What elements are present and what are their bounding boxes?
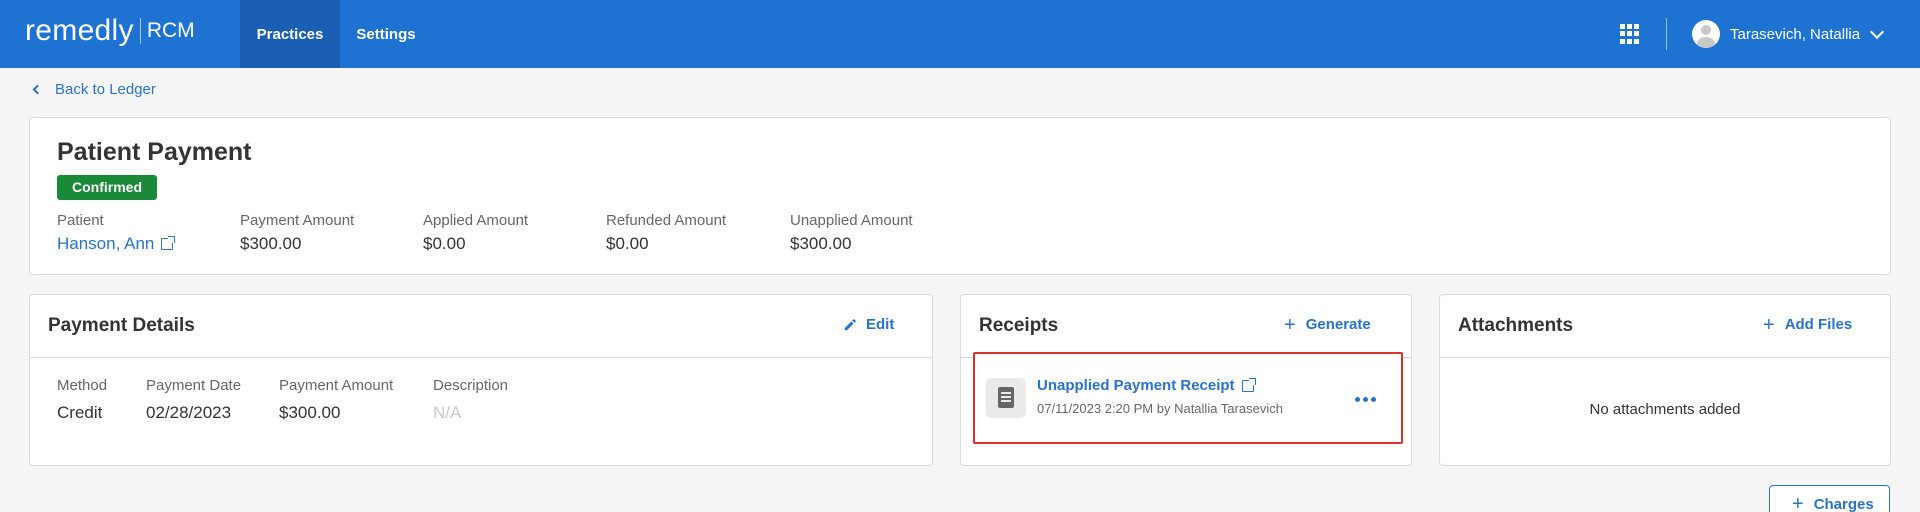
- field-label: Payment Amount: [240, 212, 355, 229]
- nav-tab-practices[interactable]: Practices: [240, 0, 340, 68]
- brand-divider: [139, 18, 141, 44]
- edit-label: Edit: [866, 316, 895, 333]
- receipt-link[interactable]: Unapplied Payment Receipt: [1037, 377, 1256, 394]
- status-badge: Confirmed: [57, 175, 157, 200]
- receipt-document-icon: [986, 378, 1026, 418]
- payment-summary-card: Patient Payment Confirmed Patient Hanson…: [29, 117, 1891, 275]
- page-title: Patient Payment: [57, 138, 252, 166]
- refunded-amount-field: Refunded Amount $0.00: [606, 212, 726, 254]
- apps-grid-icon[interactable]: [1620, 24, 1640, 44]
- generate-label: Generate: [1305, 316, 1371, 333]
- panel-header: Payment Details Edit: [30, 295, 932, 358]
- receipt-item: Unapplied Payment Receipt 07/11/2023 2:2…: [973, 352, 1403, 444]
- payment-date-field: Payment Date 02/28/2023: [146, 377, 241, 423]
- header-divider: [1666, 18, 1667, 50]
- panel-title: Receipts: [979, 315, 1059, 336]
- field-label: Payment Amount: [279, 377, 394, 394]
- field-label: Unapplied Amount: [790, 212, 913, 229]
- field-label: Description: [433, 377, 509, 394]
- generate-button[interactable]: + Generate: [1284, 313, 1371, 336]
- patient-link[interactable]: Hanson, Ann: [57, 234, 176, 254]
- panel-header: Receipts + Generate: [961, 295, 1411, 358]
- receipt-title: Unapplied Payment Receipt: [1037, 377, 1235, 394]
- field-value: $0.00: [423, 234, 466, 253]
- field-value: $0.00: [606, 234, 649, 253]
- patient-name: Hanson, Ann: [57, 234, 155, 253]
- chevron-down-icon: [1869, 24, 1885, 39]
- field-label: Patient: [57, 212, 104, 229]
- avatar: [1692, 20, 1720, 48]
- empty-state-text: No attachments added: [1589, 401, 1741, 418]
- field-value: N/A: [433, 403, 462, 422]
- more-options-icon[interactable]: [1355, 397, 1379, 402]
- top-navigation-bar: remedly RCM Practices Settings Tarasevic…: [0, 0, 1920, 68]
- panel-header: Attachments + Add Files: [1440, 295, 1890, 358]
- chevron-left-icon: [32, 84, 43, 95]
- field-value: $300.00: [790, 234, 852, 253]
- payment-amount-field: Payment Amount $300.00: [279, 377, 393, 423]
- attachments-card: Attachments + Add Files No attachments a…: [1439, 294, 1891, 466]
- charges-button[interactable]: + Charges: [1769, 485, 1890, 512]
- brand-logo[interactable]: remedly RCM: [25, 14, 195, 48]
- field-value: $300.00: [279, 403, 341, 422]
- patient-field: Patient Hanson, Ann: [57, 212, 176, 254]
- plus-icon: +: [1763, 313, 1775, 336]
- nav-tab-settings[interactable]: Settings: [340, 0, 432, 68]
- brand-suffix: RCM: [146, 19, 195, 42]
- unapplied-amount-field: Unapplied Amount $300.00: [790, 212, 913, 254]
- field-label: Method: [57, 377, 108, 394]
- description-field: Description N/A: [433, 377, 508, 423]
- receipts-card: Receipts + Generate Unapplied Payment Re…: [960, 294, 1412, 466]
- method-field: Method Credit: [57, 377, 107, 423]
- add-files-label: Add Files: [1784, 316, 1853, 333]
- charges-label: Charges: [1813, 496, 1874, 512]
- brand-name: remedly: [25, 14, 134, 47]
- external-link-icon: [161, 236, 176, 250]
- field-value: 02/28/2023: [146, 403, 232, 422]
- panel-title: Attachments: [1458, 315, 1574, 336]
- field-label: Refunded Amount: [606, 212, 727, 229]
- pencil-icon: [844, 318, 856, 330]
- user-menu[interactable]: Tarasevich, Natallia: [1692, 20, 1885, 48]
- back-link-label: Back to Ledger: [55, 81, 156, 98]
- add-files-button[interactable]: + Add Files: [1763, 313, 1853, 336]
- payment-amount-field: Payment Amount $300.00: [240, 212, 354, 254]
- field-value: Credit: [57, 403, 103, 422]
- field-label: Payment Date: [146, 377, 242, 394]
- edit-button[interactable]: Edit: [843, 316, 894, 333]
- plus-icon: +: [1284, 313, 1296, 336]
- panel-title: Payment Details: [48, 315, 195, 336]
- receipt-meta: 07/11/2023 2:20 PM by Natallia Tarasevic…: [1037, 401, 1283, 416]
- field-label: Applied Amount: [423, 212, 529, 229]
- user-name: Tarasevich, Natallia: [1730, 25, 1861, 43]
- field-value: $300.00: [240, 234, 302, 253]
- plus-icon: +: [1792, 493, 1804, 512]
- external-link-icon: [1241, 377, 1256, 392]
- back-to-ledger-link[interactable]: Back to Ledger: [32, 81, 156, 98]
- payment-details-card: Payment Details Edit Method Credit Payme…: [29, 294, 933, 466]
- applied-amount-field: Applied Amount $0.00: [423, 212, 528, 254]
